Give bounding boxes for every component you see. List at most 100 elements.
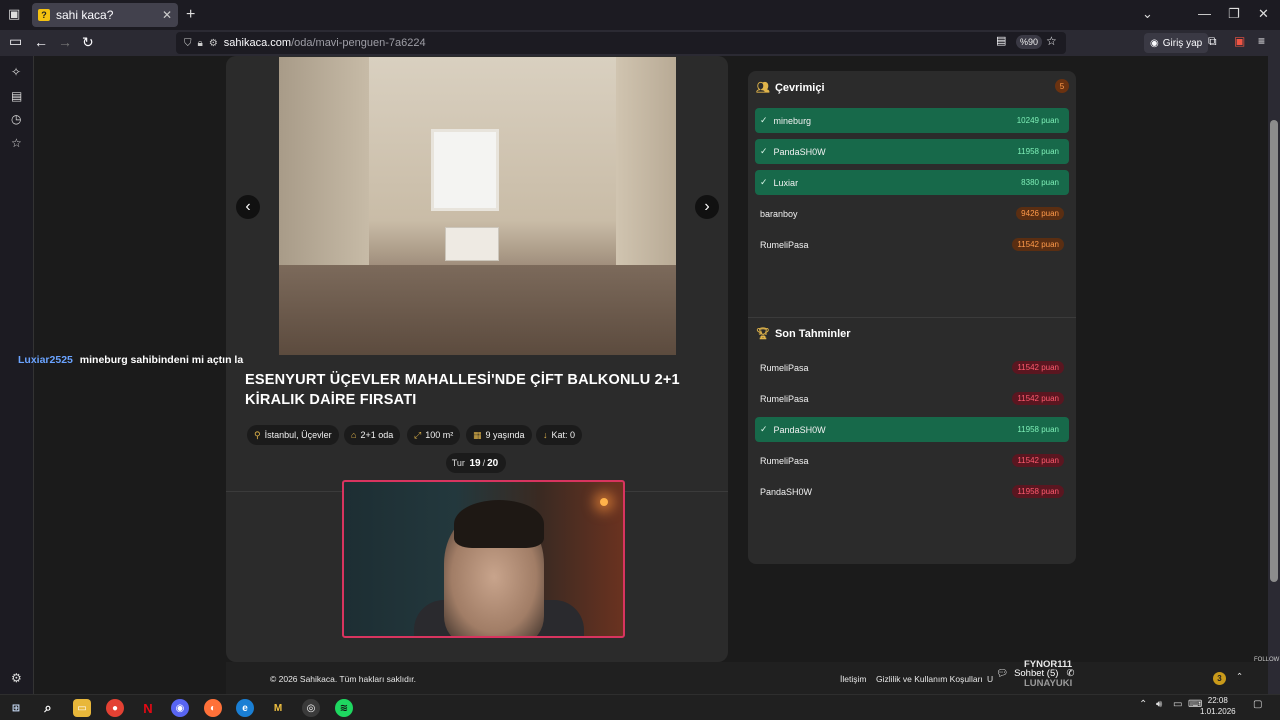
player-points: 8380 puan (1021, 178, 1059, 187)
menu-icon[interactable]: ≡ (1258, 34, 1265, 48)
footer-cut-link[interactable]: U (987, 674, 993, 684)
tray-chevron-icon[interactable]: ⌃ (1139, 699, 1147, 710)
windows-taskbar: ⊞ ⌕ ▭ ● N ◉ ◐ e M ◎ ≋ ⌃ 🔊︎ ▭ ⌨ ▢ (0, 694, 1280, 720)
search-icon[interactable]: ⌕ (39, 699, 57, 717)
recent-panel-title: Son Tahminler (774, 327, 851, 340)
footer-copyright: © 2026 Sahikaca. Tüm hakları saklıdır. (270, 674, 416, 684)
guess-points: 11958 puan (1012, 485, 1064, 498)
browser-tab-strip: ▣ ? sahi kaca? ✕ + ⌄ — ❐ ✕ (0, 0, 1280, 30)
login-label: Giriş yap (1162, 37, 1203, 49)
guess-points: 11542 puan (1012, 454, 1064, 467)
lock-icon[interactable]: 🔒︎ (198, 38, 203, 49)
discord-icon[interactable]: ◉ (171, 699, 189, 717)
recent-guess-row: RumeliPasa 11542 puan (755, 448, 1069, 473)
check-icon: ✓ (760, 424, 768, 434)
close-tab-icon[interactable]: ✕ (162, 8, 172, 22)
check-icon: ✓ (760, 115, 768, 125)
chip-floor-label: Kat: 0 (551, 430, 576, 440)
windows-start-icon[interactable]: ⊞ (7, 699, 25, 717)
history-icon[interactable]: ◷ (11, 112, 21, 126)
site-favicon-icon: ? (38, 9, 50, 21)
settings-gear-icon[interactable]: ⚙ (11, 671, 22, 685)
guess-points: 11958 puan (1017, 425, 1059, 434)
tab-title: sahi kaca? (56, 8, 114, 22)
shield-icon[interactable]: ⛉ (184, 38, 192, 49)
tab-overview-icon[interactable]: ▣ (8, 6, 20, 22)
panel-divider (748, 317, 1076, 318)
follow-alert-overlay: FYNOR111 LUNAYUKI FOLLOW (1020, 656, 1280, 694)
bookmarks-star-icon[interactable]: ☆ (11, 136, 22, 150)
file-explorer-icon[interactable]: ▭ (73, 699, 91, 717)
volume-icon[interactable]: 🔊︎ (1156, 699, 1162, 710)
permissions-icon[interactable]: ⚙ (209, 38, 218, 49)
spotify-icon[interactable]: ≋ (335, 699, 353, 717)
url-path: /oda/mavi-penguen-7a6224 (291, 37, 426, 49)
ai-sparkle-icon[interactable]: ✧ (11, 65, 21, 79)
online-player-row: RumeliPasa 11542 puan (755, 232, 1069, 257)
chip-location: ⚲ İstanbul, Üçevler (247, 425, 339, 445)
netflix-icon[interactable]: N (139, 699, 157, 717)
chip-age-label: 9 yaşında (485, 430, 525, 440)
arrow-down-icon: ↓ (543, 430, 548, 440)
sidebar-toggle-icon[interactable]: ▭ (9, 33, 22, 50)
forward-arrow-icon[interactable]: → (58, 34, 72, 50)
reload-icon[interactable]: ↻ (82, 34, 94, 51)
follower-name: LUNAYUKI (1024, 678, 1073, 689)
footer-contact-link[interactable]: İletişim (840, 674, 866, 684)
minimize-icon[interactable]: — (1198, 6, 1211, 21)
player-name: baranboy (760, 208, 798, 219)
scrollbar-thumb[interactable] (1270, 120, 1278, 582)
url-bar[interactable]: ⛉ 🔒︎ ⚙ sahikaca.com/oda/mavi-penguen-7a6… (176, 32, 1066, 54)
browser-tab[interactable]: ? sahi kaca? ✕ (32, 3, 178, 27)
round-label: Tur (451, 458, 465, 468)
online-panel-title: Çevrimiçi (774, 81, 825, 94)
restore-icon[interactable]: ❐ (1228, 6, 1240, 22)
guess-name: RumeliPasa (760, 455, 809, 466)
firefox-icon[interactable]: ◐ (204, 699, 222, 717)
url-host: sahikaca.com (223, 37, 292, 49)
trophy-icon: 🏆︎ (756, 328, 770, 340)
chat-username: Luxiar2525 (18, 354, 73, 366)
bookmark-star-icon[interactable]: ☆ (1046, 34, 1057, 48)
home-icon: ⌂ (351, 430, 357, 440)
edge-icon[interactable]: e (236, 699, 254, 717)
chrome-icon[interactable]: ● (106, 699, 124, 717)
taskbar-clock[interactable]: 22:08 1.01.2026 (1200, 695, 1236, 717)
clock-date: 1.01.2026 (1200, 707, 1236, 716)
check-icon: ✓ (760, 177, 768, 187)
chip-area: ⤢ 100 m² (407, 425, 461, 445)
player-name: Luxiar (773, 177, 799, 188)
prev-photo-button[interactable]: ‹ (236, 195, 260, 219)
online-player-row: baranboy 9426 puan (755, 201, 1069, 226)
guess-name: PandaSH0W (760, 486, 813, 497)
player-name: PandaSH0W (773, 146, 826, 157)
network-icon[interactable]: ▭ (1173, 699, 1182, 710)
extensions-icon[interactable]: ⧉ (1208, 34, 1217, 49)
online-player-row: ✓ mineburg 10249 puan (755, 108, 1069, 133)
notification-icon[interactable]: ▢ (1253, 699, 1262, 710)
listing-photo (279, 57, 676, 355)
zoom-level[interactable]: %90 (1016, 35, 1043, 49)
chevron-right-icon: › (704, 198, 710, 215)
next-photo-button[interactable]: › (695, 195, 719, 219)
guess-name: PandaSH0W (773, 424, 826, 435)
guess-name: RumeliPasa (760, 393, 809, 404)
chevron-down-icon[interactable]: ⌄ (1142, 6, 1153, 22)
obs-icon[interactable]: ◎ (302, 699, 320, 717)
follower-name: FYNOR111 (1024, 659, 1073, 670)
recent-guess-row: RumeliPasa 11542 puan (755, 355, 1069, 380)
addon-icon[interactable]: ▣ (1234, 34, 1245, 48)
listing-title: ESENYURT ÜÇEVLER MAHALLESİ'NDE ÇİFT BALK… (245, 372, 680, 408)
footer-privacy-link[interactable]: Gizlilik ve Kullanım Koşulları (876, 674, 983, 684)
login-button[interactable]: ◉ Giriş yap (1144, 33, 1209, 53)
round-counter: Tur 19/20 (446, 453, 506, 473)
app-icon[interactable]: M (269, 699, 287, 717)
back-arrow-icon[interactable]: ← (34, 34, 48, 50)
close-window-icon[interactable]: ✕ (1258, 6, 1269, 22)
reader-view-icon[interactable]: ▤ (996, 34, 1006, 47)
guess-name: RumeliPasa (760, 362, 809, 373)
webcam-overlay (342, 480, 625, 638)
recent-panel-header: 🏆︎ Son Tahminler (756, 327, 851, 341)
synced-tabs-icon[interactable]: ▤ (11, 89, 22, 103)
new-tab-icon[interactable]: + (186, 6, 195, 24)
